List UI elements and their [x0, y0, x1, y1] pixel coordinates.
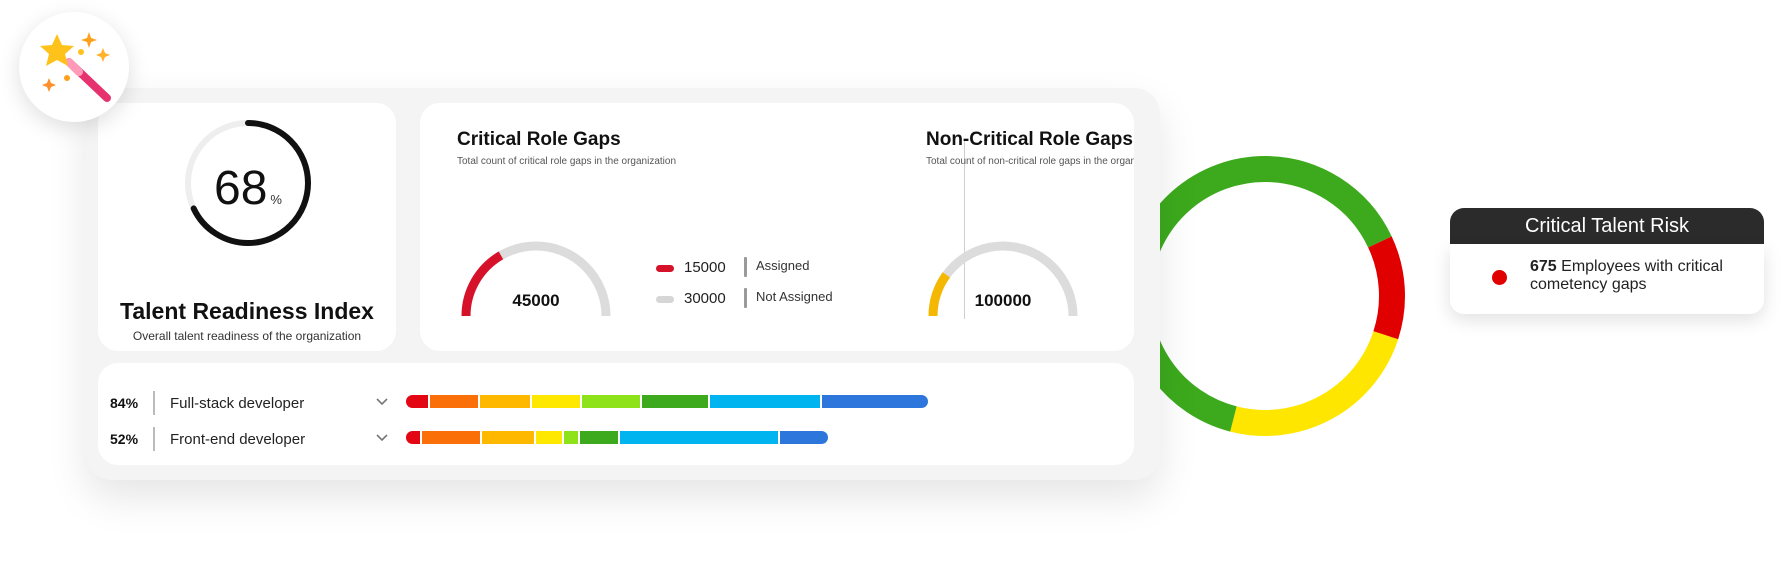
- skill-segment: [482, 431, 534, 444]
- role-gaps-card: Critical Role Gaps Total count of critic…: [420, 103, 1134, 351]
- readiness-unit: %: [270, 192, 282, 207]
- legend-not-assigned-label: Not Assigned: [756, 289, 833, 304]
- skill-segment: [536, 431, 562, 444]
- role-name: Front-end developer: [170, 431, 306, 448]
- legend-not-assigned-value: 30000: [684, 290, 726, 307]
- role-row[interactable]: 84% Full-stack developer: [98, 389, 1134, 419]
- legend-assigned-value: 15000: [684, 259, 726, 276]
- role-row[interactable]: 52% Front-end developer: [98, 425, 1134, 455]
- skill-segment: [406, 431, 420, 444]
- role-skill-bar: [406, 431, 828, 444]
- legend-assigned-swatch: [656, 265, 674, 272]
- chevron-down-icon[interactable]: [374, 393, 390, 409]
- risk-card-pointer: [1436, 258, 1451, 284]
- skill-segment: [642, 395, 708, 408]
- risk-text: Employees with critical cometency gaps: [1530, 258, 1723, 293]
- skill-segment: [422, 431, 480, 444]
- legend-separator: [744, 257, 747, 277]
- risk-card-title: Critical Talent Risk: [1450, 208, 1764, 244]
- magic-wand-icon: [40, 32, 111, 102]
- critical-gaps-title: Critical Role Gaps: [457, 129, 621, 150]
- skill-segment: [532, 395, 580, 408]
- skill-segment: [822, 395, 928, 408]
- talent-risk-donut: [1125, 156, 1405, 436]
- risk-count: 675: [1530, 258, 1557, 275]
- magic-wand-badge: [19, 12, 129, 122]
- skill-segment: [582, 395, 640, 408]
- skill-segment: [620, 431, 778, 444]
- donut-segment: [1264, 156, 1392, 248]
- legend-assigned-label: Assigned: [756, 258, 810, 273]
- skill-segment: [564, 431, 578, 444]
- role-separator: [153, 391, 155, 415]
- skill-segment: [430, 395, 478, 408]
- risk-description: 675 Employees with critical cometency ga…: [1530, 258, 1745, 294]
- role-skill-bar: [406, 395, 928, 408]
- chevron-down-icon[interactable]: [374, 429, 390, 445]
- skill-segment: [780, 431, 828, 444]
- noncritical-gaps-title: Non-Critical Role Gaps: [926, 129, 1133, 150]
- noncritical-gaps-total: 100000: [974, 291, 1032, 310]
- legend-not-assigned-swatch: [656, 296, 674, 303]
- skill-segment: [580, 431, 618, 444]
- skill-segment: [480, 395, 530, 408]
- role-name: Full-stack developer: [170, 395, 305, 412]
- noncritical-gaps-subtitle: Total count of non-critical role gaps in…: [926, 156, 1134, 167]
- talent-readiness-card: 68% Talent Readiness Index Overall talen…: [98, 103, 396, 351]
- role-separator: [153, 427, 155, 451]
- readiness-value-group: 68%: [180, 161, 316, 216]
- skill-segment: [406, 395, 428, 408]
- donut-segment: [1230, 330, 1399, 436]
- skill-segment: [710, 395, 820, 408]
- legend-separator: [744, 288, 747, 308]
- risk-card-body: 675 Employees with critical cometency ga…: [1450, 244, 1764, 314]
- dashboard-panel: 68% Talent Readiness Index Overall talen…: [86, 88, 1160, 480]
- critical-gaps-total: 45000: [512, 291, 560, 310]
- readiness-value: 68: [214, 162, 268, 215]
- role-readiness-card: 84% Full-stack developer 52% Front-end d…: [98, 363, 1134, 465]
- risk-status-dot: [1492, 270, 1507, 285]
- readiness-subtitle: Overall talent readiness of the organiza…: [132, 329, 362, 343]
- role-percent: 52%: [110, 431, 139, 447]
- donut-segment: [1368, 236, 1405, 340]
- readiness-title: Talent Readiness Index: [120, 298, 374, 324]
- critical-gaps-subtitle: Total count of critical role gaps in the…: [457, 156, 677, 167]
- critical-talent-risk-card: Critical Talent Risk 675 Employees with …: [1436, 208, 1764, 314]
- role-percent: 84%: [110, 395, 139, 411]
